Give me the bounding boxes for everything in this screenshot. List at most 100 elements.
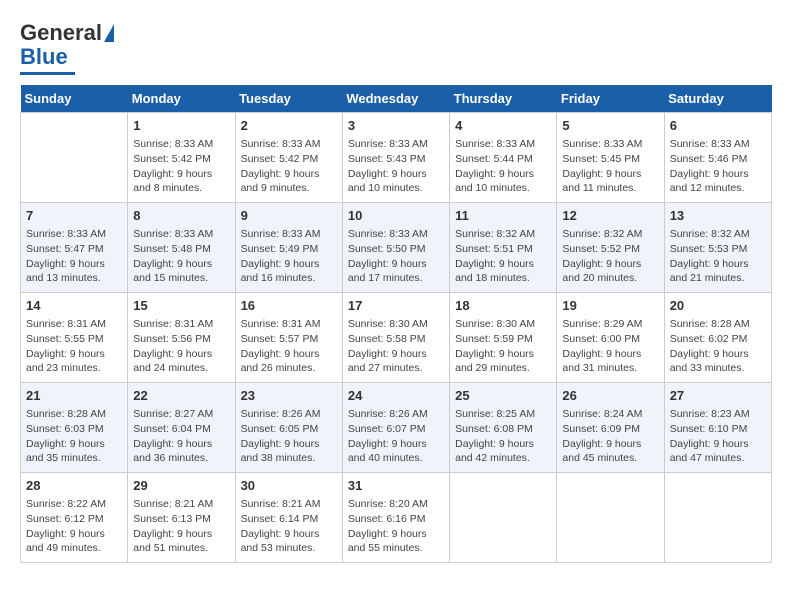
page-header: General Blue — [20, 20, 772, 75]
calendar-cell: 29Sunrise: 8:21 AM Sunset: 6:13 PM Dayli… — [128, 473, 235, 563]
day-info: Sunrise: 8:31 AM Sunset: 5:55 PM Dayligh… — [26, 317, 122, 376]
calendar-cell: 8Sunrise: 8:33 AM Sunset: 5:48 PM Daylig… — [128, 203, 235, 293]
day-info: Sunrise: 8:33 AM Sunset: 5:44 PM Dayligh… — [455, 137, 551, 196]
day-number: 23 — [241, 387, 337, 405]
calendar-cell: 24 Sunrise: 8:26 AM Sunset: 6:07 PM Dayli… — [342, 383, 449, 473]
calendar-cell: 18 Sunrise: 8:30 AM Sunset: 5:59 PM Dayli… — [450, 293, 557, 383]
day-info: Sunrise: 8:22 AM Sunset: 6:12 PM Dayligh… — [26, 497, 122, 556]
day-number: 2 — [241, 117, 337, 135]
calendar-cell: 25Sunrise: 8:25 AM Sunset: 6:08 PM Dayli… — [450, 383, 557, 473]
day-number: 17 — [348, 297, 444, 315]
calendar-cell: 10 Sunrise: 8:33 AM Sunset: 5:50 PM Dayli… — [342, 203, 449, 293]
day-number: 12 — [562, 207, 658, 225]
calendar-cell: 26 Sunrise: 8:24 AM Sunset: 6:09 PM Dayli… — [557, 383, 664, 473]
day-info: Sunrise: 8:21 AM Sunset: 6:14 PM Dayligh… — [241, 497, 337, 556]
day-number: 15 — [133, 297, 229, 315]
day-info: Sunrise: 8:20 AM Sunset: 6:16 PM Dayligh… — [348, 497, 444, 556]
day-number: 8 — [133, 207, 229, 225]
day-number: 26 — [562, 387, 658, 405]
calendar-cell: 1Sunrise: 8:33 AM Sunset: 5:42 PM Daylig… — [128, 113, 235, 203]
day-number: 24 — [348, 387, 444, 405]
calendar-cell: 7 Sunrise: 8:33 AM Sunset: 5:47 PM Daylig… — [21, 203, 128, 293]
calendar-cell: 5 Sunrise: 8:33 AM Sunset: 5:45 PM Daylig… — [557, 113, 664, 203]
day-info: Sunrise: 8:33 AM Sunset: 5:49 PM Dayligh… — [241, 227, 337, 286]
calendar-cell: 21Sunrise: 8:28 AM Sunset: 6:03 PM Dayli… — [21, 383, 128, 473]
day-number: 4 — [455, 117, 551, 135]
day-info: Sunrise: 8:33 AM Sunset: 5:50 PM Dayligh… — [348, 227, 444, 286]
calendar-table: SundayMondayTuesdayWednesdayThursdayFrid… — [20, 85, 772, 563]
day-number: 11 — [455, 207, 551, 225]
day-info: Sunrise: 8:26 AM Sunset: 6:07 PM Dayligh… — [348, 407, 444, 466]
calendar-cell: 3 Sunrise: 8:33 AM Sunset: 5:43 PM Daylig… — [342, 113, 449, 203]
calendar-cell: 22 Sunrise: 8:27 AM Sunset: 6:04 PM Dayli… — [128, 383, 235, 473]
day-info: Sunrise: 8:32 AM Sunset: 5:53 PM Dayligh… — [670, 227, 766, 286]
day-header-saturday: Saturday — [664, 85, 771, 113]
day-number: 13 — [670, 207, 766, 225]
day-number: 18 — [455, 297, 551, 315]
logo-text-blue: Blue — [20, 44, 68, 70]
calendar-cell: 28Sunrise: 8:22 AM Sunset: 6:12 PM Dayli… — [21, 473, 128, 563]
day-number: 20 — [670, 297, 766, 315]
day-number: 22 — [133, 387, 229, 405]
calendar-cell: 30 Sunrise: 8:21 AM Sunset: 6:14 PM Dayli… — [235, 473, 342, 563]
calendar-week-row: 7 Sunrise: 8:33 AM Sunset: 5:47 PM Daylig… — [21, 203, 772, 293]
calendar-cell: 9 Sunrise: 8:33 AM Sunset: 5:49 PM Daylig… — [235, 203, 342, 293]
day-header-sunday: Sunday — [21, 85, 128, 113]
logo-text-general: General — [20, 20, 102, 46]
day-info: Sunrise: 8:25 AM Sunset: 6:08 PM Dayligh… — [455, 407, 551, 466]
calendar-cell — [557, 473, 664, 563]
day-number: 30 — [241, 477, 337, 495]
day-number: 14 — [26, 297, 122, 315]
day-number: 7 — [26, 207, 122, 225]
calendar-week-row: 28Sunrise: 8:22 AM Sunset: 6:12 PM Dayli… — [21, 473, 772, 563]
day-number: 5 — [562, 117, 658, 135]
day-info: Sunrise: 8:33 AM Sunset: 5:47 PM Dayligh… — [26, 227, 122, 286]
day-number: 9 — [241, 207, 337, 225]
day-info: Sunrise: 8:29 AM Sunset: 6:00 PM Dayligh… — [562, 317, 658, 376]
day-info: Sunrise: 8:33 AM Sunset: 5:43 PM Dayligh… — [348, 137, 444, 196]
calendar-week-row: 21Sunrise: 8:28 AM Sunset: 6:03 PM Dayli… — [21, 383, 772, 473]
calendar-cell: 13 Sunrise: 8:32 AM Sunset: 5:53 PM Dayli… — [664, 203, 771, 293]
day-info: Sunrise: 8:26 AM Sunset: 6:05 PM Dayligh… — [241, 407, 337, 466]
calendar-cell: 23 Sunrise: 8:26 AM Sunset: 6:05 PM Dayli… — [235, 383, 342, 473]
day-header-monday: Monday — [128, 85, 235, 113]
day-info: Sunrise: 8:24 AM Sunset: 6:09 PM Dayligh… — [562, 407, 658, 466]
calendar-week-row: 1Sunrise: 8:33 AM Sunset: 5:42 PM Daylig… — [21, 113, 772, 203]
day-number: 31 — [348, 477, 444, 495]
day-info: Sunrise: 8:31 AM Sunset: 5:56 PM Dayligh… — [133, 317, 229, 376]
calendar-cell: 31 Sunrise: 8:20 AM Sunset: 6:16 PM Dayli… — [342, 473, 449, 563]
calendar-cell: 6 Sunrise: 8:33 AM Sunset: 5:46 PM Daylig… — [664, 113, 771, 203]
day-header-thursday: Thursday — [450, 85, 557, 113]
day-info: Sunrise: 8:32 AM Sunset: 5:52 PM Dayligh… — [562, 227, 658, 286]
calendar-week-row: 14 Sunrise: 8:31 AM Sunset: 5:55 PM Dayli… — [21, 293, 772, 383]
day-header-friday: Friday — [557, 85, 664, 113]
calendar-cell: 11 Sunrise: 8:32 AM Sunset: 5:51 PM Dayli… — [450, 203, 557, 293]
calendar-cell — [21, 113, 128, 203]
day-header-wednesday: Wednesday — [342, 85, 449, 113]
logo-underline — [20, 72, 75, 75]
day-info: Sunrise: 8:30 AM Sunset: 5:59 PM Dayligh… — [455, 317, 551, 376]
calendar-cell: 2 Sunrise: 8:33 AM Sunset: 5:42 PM Daylig… — [235, 113, 342, 203]
day-info: Sunrise: 8:33 AM Sunset: 5:45 PM Dayligh… — [562, 137, 658, 196]
day-info: Sunrise: 8:28 AM Sunset: 6:02 PM Dayligh… — [670, 317, 766, 376]
day-number: 10 — [348, 207, 444, 225]
day-info: Sunrise: 8:33 AM Sunset: 5:42 PM Dayligh… — [241, 137, 337, 196]
day-info: Sunrise: 8:30 AM Sunset: 5:58 PM Dayligh… — [348, 317, 444, 376]
day-info: Sunrise: 8:21 AM Sunset: 6:13 PM Dayligh… — [133, 497, 229, 556]
calendar-cell: 17 Sunrise: 8:30 AM Sunset: 5:58 PM Dayli… — [342, 293, 449, 383]
calendar-cell — [450, 473, 557, 563]
day-number: 21 — [26, 387, 122, 405]
calendar-cell: 15 Sunrise: 8:31 AM Sunset: 5:56 PM Dayli… — [128, 293, 235, 383]
day-number: 6 — [670, 117, 766, 135]
day-number: 16 — [241, 297, 337, 315]
day-info: Sunrise: 8:33 AM Sunset: 5:46 PM Dayligh… — [670, 137, 766, 196]
day-info: Sunrise: 8:27 AM Sunset: 6:04 PM Dayligh… — [133, 407, 229, 466]
day-info: Sunrise: 8:23 AM Sunset: 6:10 PM Dayligh… — [670, 407, 766, 466]
day-info: Sunrise: 8:31 AM Sunset: 5:57 PM Dayligh… — [241, 317, 337, 376]
calendar-cell: 4 Sunrise: 8:33 AM Sunset: 5:44 PM Daylig… — [450, 113, 557, 203]
logo: General Blue — [20, 20, 114, 75]
calendar-cell: 20 Sunrise: 8:28 AM Sunset: 6:02 PM Dayli… — [664, 293, 771, 383]
logo-triangle-icon — [104, 24, 114, 42]
day-number: 3 — [348, 117, 444, 135]
day-info: Sunrise: 8:32 AM Sunset: 5:51 PM Dayligh… — [455, 227, 551, 286]
